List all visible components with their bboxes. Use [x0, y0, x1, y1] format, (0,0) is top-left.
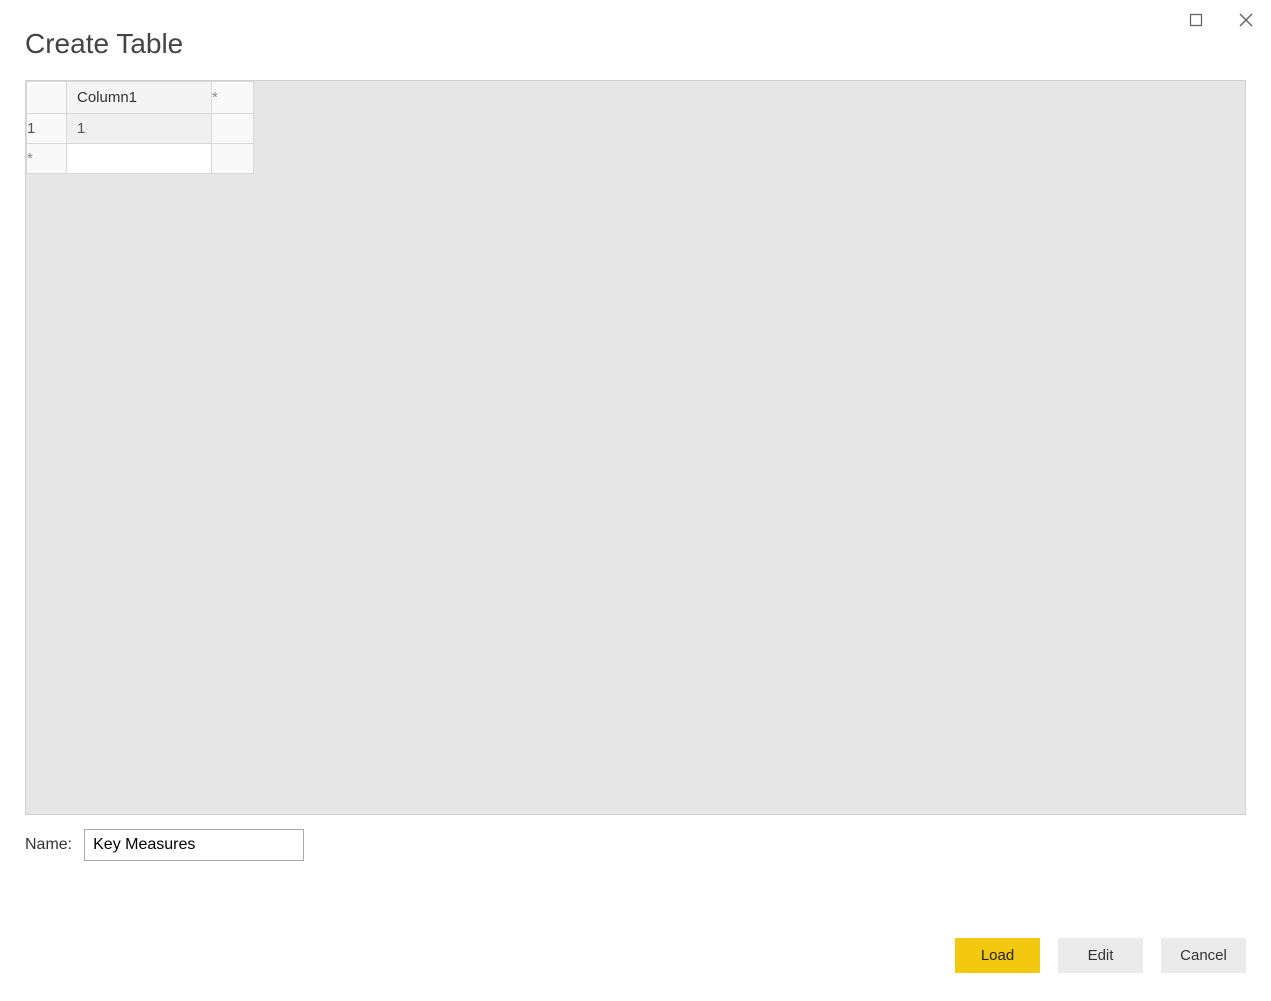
new-row-cell[interactable]	[67, 144, 212, 174]
corner-header	[27, 82, 67, 114]
close-icon	[1239, 13, 1253, 27]
name-label: Name:	[25, 836, 72, 854]
cancel-button[interactable]: Cancel	[1161, 938, 1246, 973]
maximize-icon	[1189, 13, 1203, 27]
row-number[interactable]: 1	[27, 114, 67, 144]
column-header[interactable]: Column1	[67, 82, 212, 114]
dialog-title: Create Table	[0, 0, 1271, 80]
add-column-header[interactable]: *	[212, 82, 254, 114]
data-grid-area[interactable]: Column1 * 1 1 *	[25, 80, 1246, 815]
new-row-marker[interactable]: *	[27, 144, 67, 174]
data-grid[interactable]: Column1 * 1 1 *	[26, 81, 254, 174]
data-cell[interactable]: 1	[67, 114, 212, 144]
load-button[interactable]: Load	[955, 938, 1040, 973]
edit-button[interactable]: Edit	[1058, 938, 1143, 973]
new-row-add-col-cell[interactable]	[212, 144, 254, 174]
maximize-button[interactable]	[1181, 7, 1211, 32]
close-button[interactable]	[1231, 7, 1261, 32]
name-input[interactable]	[84, 829, 304, 861]
row-add-col-cell[interactable]	[212, 114, 254, 144]
